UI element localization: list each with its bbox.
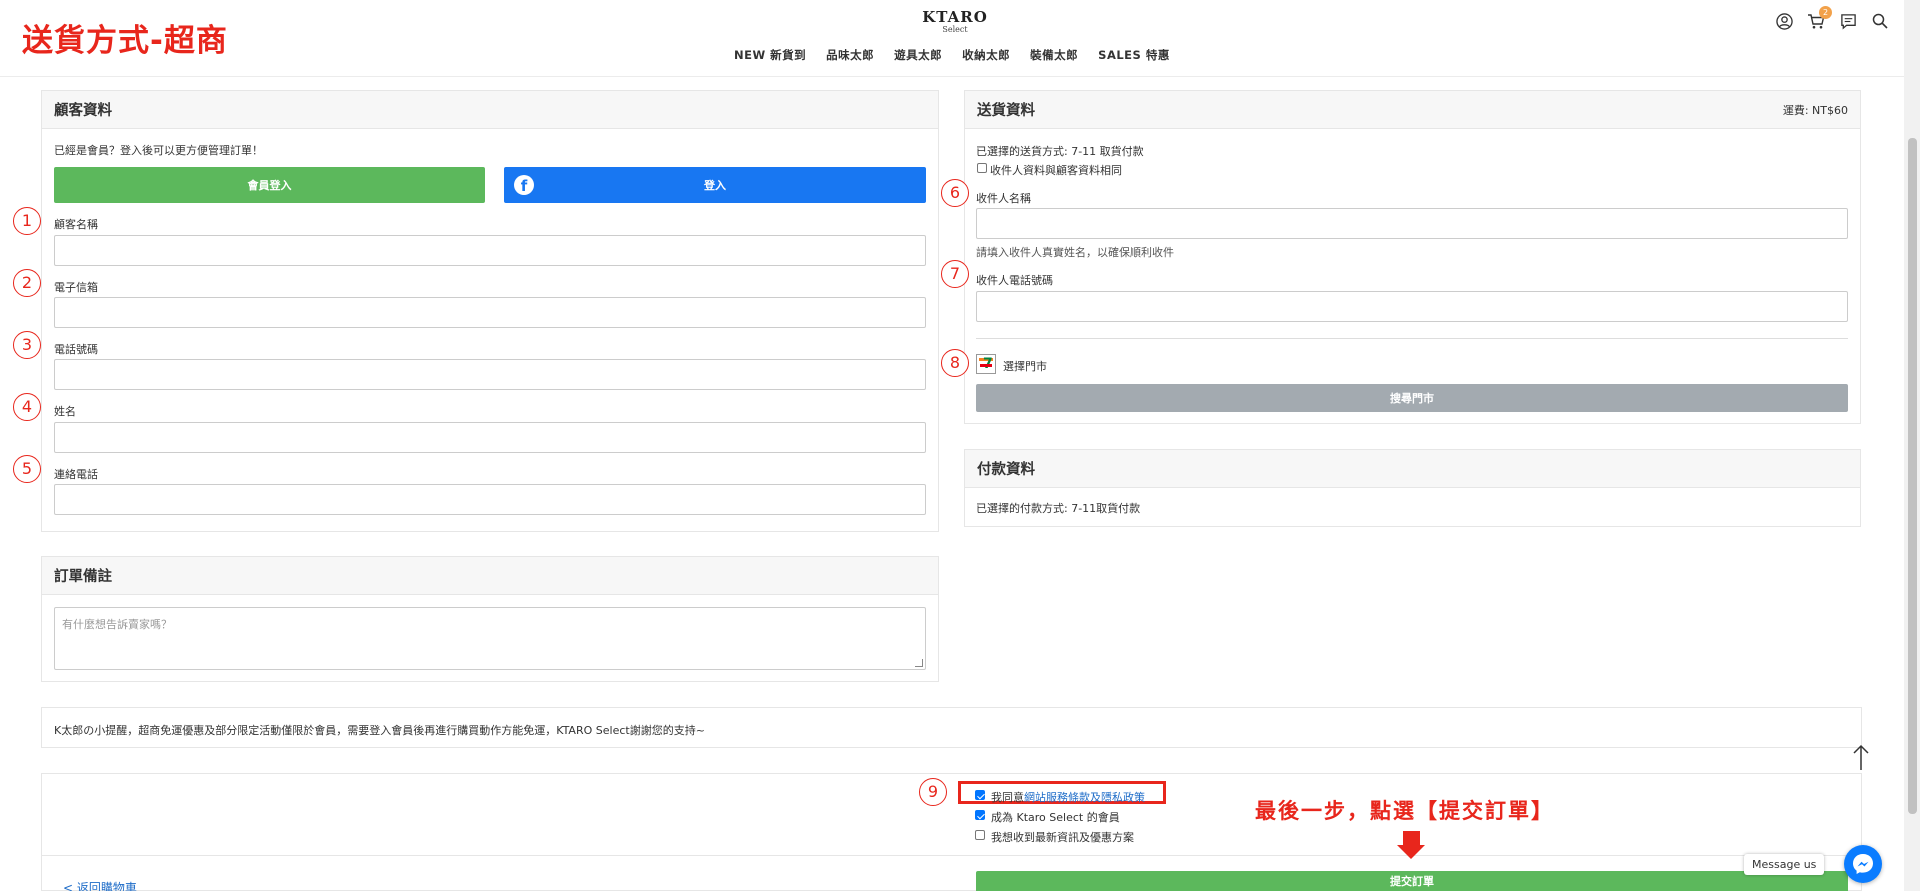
facebook-login-label: 登入 [704,179,726,192]
member-prompt: 已經是會員？登入後可以更方便管理訂單！ [54,144,263,157]
newsletter-checkbox[interactable] [975,830,985,840]
agree-terms-label: 我同意網站服務條款及隱私政策 [991,789,1145,805]
terms-privacy-link[interactable]: 網站服務條款及隱私政策 [1024,791,1145,804]
notes-panel-title: 訂單備註 [54,569,112,585]
become-member-label: 成為 Ktaro Select 的會員 [991,811,1120,824]
delivery-divider [976,338,1848,339]
same-as-customer-checkbox[interactable] [977,163,987,173]
step-number-8: 8 [941,349,969,377]
customer-panel-title: 顧客資料 [54,103,112,119]
step-number-1: 1 [13,207,41,235]
search-store-label: 搜尋門市 [1390,392,1434,405]
back-to-cart-link[interactable]: < 返回購物車 [63,879,137,891]
resize-grip-icon[interactable] [915,659,923,667]
customer-name-label: 顧客名稱 [54,218,98,231]
annotation-arrow-down-icon [1397,845,1425,859]
terms-divider [41,855,1862,856]
same-as-customer-label: 收件人資料與顧客資料相同 [990,164,1122,177]
facebook-icon: f [514,175,534,195]
newsletter-label: 我想收到最新資訊及優惠方案 [991,831,1134,844]
step-number-3: 3 [13,331,41,359]
submit-order-button[interactable]: 提交訂單 [976,871,1848,891]
customer-panel-header: 顧客資料 [42,91,938,129]
cart-count-badge: 2 [1819,6,1832,19]
search-store-button[interactable]: 搜尋門市 [976,384,1848,412]
nav-item-taste[interactable]: 品味太郎 [826,47,874,63]
logo-sub-text: Select [942,25,968,34]
customer-fullname-label: 姓名 [54,405,76,418]
nav-item-sales[interactable]: SALES 特惠 [1098,47,1170,63]
customer-email-label: 電子信箱 [54,281,98,294]
chat-icon[interactable] [1837,10,1859,32]
delivery-method-text: 已選擇的送貨方式: 7-11 取貨付款 [976,145,1144,158]
step-number-5: 5 [13,455,41,483]
step-number-7: 7 [941,260,969,288]
step-number-9: 9 [919,778,947,806]
payment-method-text: 已選擇的付款方式: 7-11取貨付款 [976,502,1141,515]
message-us-label[interactable]: Message us [1744,854,1825,875]
search-icon[interactable] [1869,10,1891,32]
cart-icon[interactable]: 2 [1805,6,1832,32]
notes-panel-header: 訂單備註 [42,557,938,595]
store-label: 選擇門市 [1003,360,1047,373]
customer-email-input[interactable] [54,297,926,328]
scrollbar-thumb[interactable] [1908,138,1917,814]
customer-contact-phone-label: 連絡電話 [54,468,98,481]
nav-item-storage[interactable]: 收納太郎 [962,47,1010,63]
customer-contact-phone-input[interactable] [54,484,926,515]
recipient-name-hint: 請填入收件人真實姓名，以確保順利收件 [976,246,1174,259]
page-scrollbar[interactable] [1904,0,1920,891]
delivery-fee: 運費: NT$60 [1782,103,1848,117]
payment-panel-header: 付款資料 [965,450,1860,488]
member-notice-text: K太郎の小提醒，超商免運優惠及部分限定活動僅限於會員，需要登入會員後再進行購買動… [54,724,705,737]
logo-main-text: KTARO [922,8,988,26]
scroll-to-top-icon[interactable] [1852,744,1870,772]
order-notes-textarea[interactable]: 有什麼想告訴賣家嗎？ [54,607,926,670]
nav-item-play[interactable]: 遊具太郎 [894,47,942,63]
agree-terms-checkbox[interactable] [975,790,985,800]
seven-eleven-logo-icon: 7 [976,354,996,374]
annotation-last-step: 最後一步，點選【提交訂單】 [1255,799,1554,823]
recipient-phone-label: 收件人電話號碼 [976,274,1053,287]
customer-fullname-input[interactable] [54,422,926,453]
facebook-login-button[interactable]: f 登入 [504,167,926,203]
delivery-panel-header: 送貨資料 運費: NT$60 [965,91,1860,129]
step-number-4: 4 [13,393,41,421]
recipient-name-input[interactable] [976,208,1848,239]
nav-item-gear[interactable]: 裝備太郎 [1030,47,1078,63]
recipient-name-label: 收件人名稱 [976,192,1031,205]
customer-name-input[interactable] [54,235,926,266]
delivery-panel-title: 送貨資料 [977,103,1035,119]
header-icons: 2 [1773,6,1891,32]
customer-phone-label: 電話號碼 [54,343,98,356]
customer-phone-input[interactable] [54,359,926,390]
step-number-2: 2 [13,269,41,297]
annotation-page-title: 送貨方式-超商 [22,23,228,59]
messenger-icon[interactable] [1844,845,1882,883]
recipient-phone-input[interactable] [976,291,1848,322]
member-login-button[interactable]: 會員登入 [54,167,485,203]
step-number-6: 6 [941,179,969,207]
nav-item-new[interactable]: NEW 新貨到 [734,47,806,63]
main-nav: NEW 新貨到 品味太郎 遊具太郎 收納太郎 裝備太郎 SALES 特惠 [734,47,1170,63]
site-logo[interactable]: KTARO Select [918,9,992,34]
become-member-checkbox[interactable] [975,810,985,820]
order-notes-placeholder: 有什麼想告訴賣家嗎？ [62,618,172,631]
payment-panel-title: 付款資料 [977,462,1035,478]
account-icon[interactable] [1773,10,1795,32]
annotation-arrow-shaft [1403,831,1420,845]
header-divider [0,76,1904,77]
member-login-label: 會員登入 [247,179,292,192]
agree-terms-prefix: 我同意 [991,791,1024,804]
